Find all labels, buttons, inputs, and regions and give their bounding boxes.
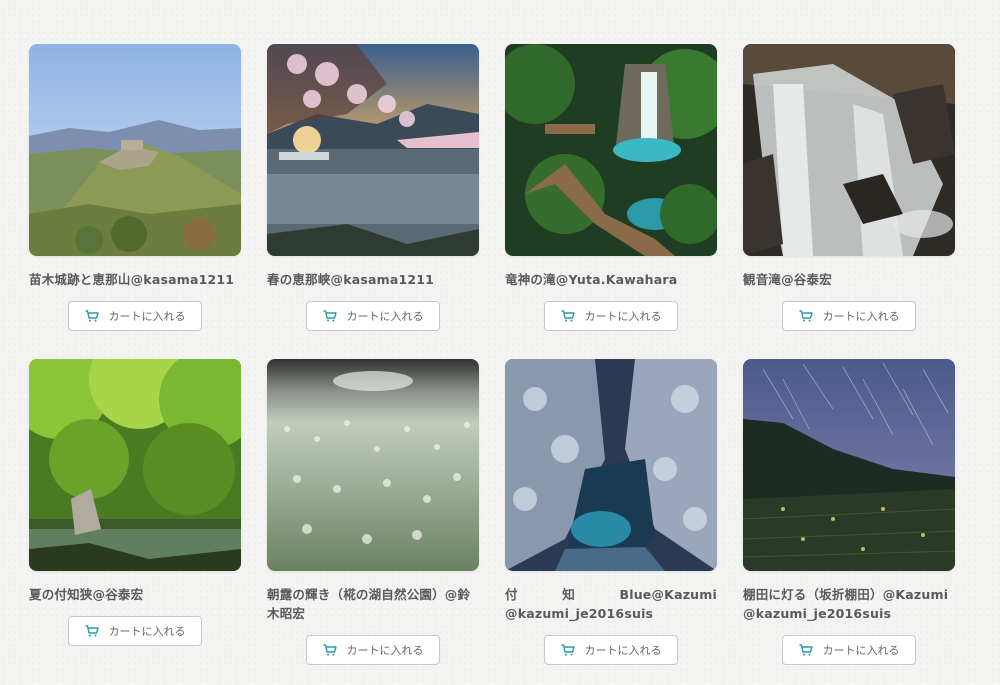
cart-icon — [323, 644, 337, 656]
product-caption: 朝露の輝き（椛の湖自然公園）@鈴木昭宏 — [267, 587, 471, 621]
cart-icon — [799, 644, 813, 656]
product-photo-tsukechi-blue[interactable] — [505, 359, 717, 571]
product-caption: 観音滝@谷泰宏 — [743, 272, 832, 287]
cart-icon — [561, 310, 575, 322]
product-card: 朝露の輝き（椛の湖自然公園）@鈴木昭宏 カートに入れる — [267, 359, 479, 665]
product-caption: 春の恵那峡@kasama1211 — [267, 272, 435, 287]
product-caption: 苗木城跡と恵那山@kasama1211 — [29, 272, 235, 287]
photo-art — [743, 44, 955, 256]
cart-icon — [323, 310, 337, 322]
cart-icon — [561, 644, 575, 656]
photo-art — [29, 44, 241, 256]
photo-art — [505, 359, 717, 571]
add-to-cart-label: カートに入れる — [346, 645, 424, 657]
add-to-cart-label: カートに入れる — [346, 311, 424, 323]
product-card: 付 知 Blue@Kazumi @kazumi_je2016suis カートに入… — [505, 359, 717, 665]
photo-art — [267, 359, 479, 571]
product-photo-spring-enakyo[interactable] — [267, 44, 479, 256]
photo-art — [505, 44, 717, 256]
add-to-cart-button[interactable]: カートに入れる — [782, 301, 916, 331]
product-photo-morning-dew[interactable] — [267, 359, 479, 571]
add-to-cart-button[interactable]: カートに入れる — [68, 301, 202, 331]
cart-icon — [85, 310, 99, 322]
add-to-cart-label: カートに入れる — [584, 311, 662, 323]
add-to-cart-label: カートに入れる — [108, 626, 186, 638]
product-grid: 苗木城跡と恵那山@kasama1211 カートに入れる 春の恵那峡@kasama… — [0, 0, 1000, 685]
product-caption: 付 知 Blue@Kazumi @kazumi_je2016suis — [505, 587, 717, 621]
photo-art — [743, 359, 955, 571]
add-to-cart-label: カートに入れる — [584, 645, 662, 657]
add-to-cart-button[interactable]: カートに入れる — [782, 635, 916, 665]
add-to-cart-label: カートに入れる — [108, 311, 186, 323]
product-card: 棚田に灯る（坂折棚田）@Kazumi @kazumi_je2016suis カー… — [743, 359, 955, 665]
add-to-cart-button[interactable]: カートに入れる — [544, 301, 678, 331]
add-to-cart-button[interactable]: カートに入れる — [544, 635, 678, 665]
product-photo-sakaori-terraces[interactable] — [743, 359, 955, 571]
add-to-cart-label: カートに入れる — [822, 311, 900, 323]
photo-art — [267, 44, 479, 256]
product-photo-summer-tsukechi[interactable] — [29, 359, 241, 571]
product-photo-ryujin-falls[interactable] — [505, 44, 717, 256]
product-card: 苗木城跡と恵那山@kasama1211 カートに入れる — [29, 44, 241, 331]
photo-art — [29, 359, 241, 571]
add-to-cart-button[interactable]: カートに入れる — [306, 635, 440, 665]
add-to-cart-label: カートに入れる — [822, 645, 900, 657]
product-caption: 竜神の滝@Yuta.Kawahara — [505, 272, 678, 287]
cart-icon — [85, 625, 99, 637]
product-caption: 夏の付知狭@谷泰宏 — [29, 587, 144, 602]
product-photo-kannon-falls[interactable] — [743, 44, 955, 256]
product-caption: 棚田に灯る（坂折棚田）@Kazumi @kazumi_je2016suis — [743, 587, 949, 621]
add-to-cart-button[interactable]: カートに入れる — [68, 616, 202, 646]
product-card: 春の恵那峡@kasama1211 カートに入れる — [267, 44, 479, 331]
product-card: 観音滝@谷泰宏 カートに入れる — [743, 44, 955, 331]
add-to-cart-button[interactable]: カートに入れる — [306, 301, 440, 331]
product-card: 竜神の滝@Yuta.Kawahara カートに入れる — [505, 44, 717, 331]
product-photo-naegi-castle[interactable] — [29, 44, 241, 256]
product-card: 夏の付知狭@谷泰宏 カートに入れる — [29, 359, 241, 646]
cart-icon — [799, 310, 813, 322]
